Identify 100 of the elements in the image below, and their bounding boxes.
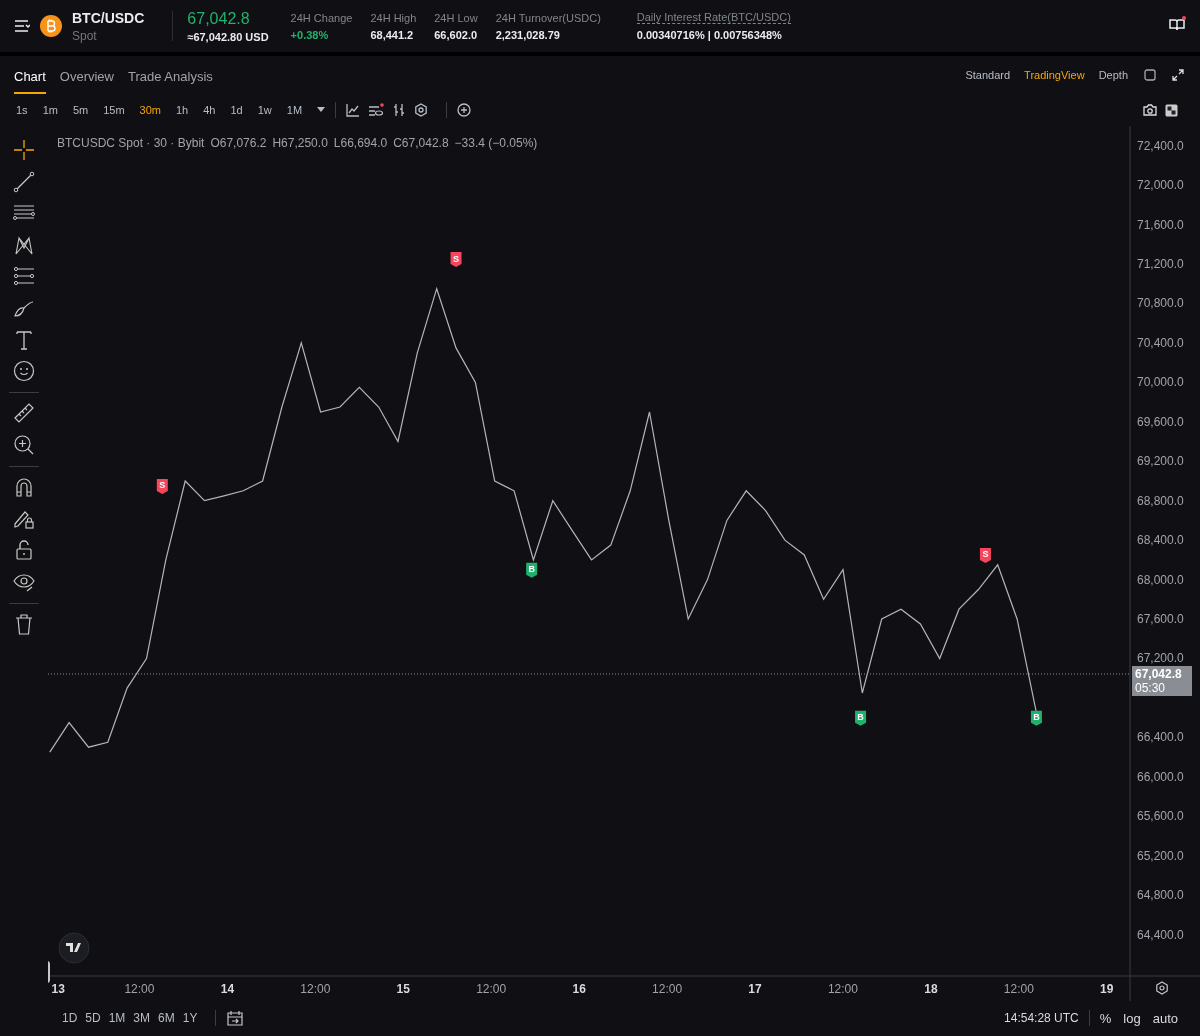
day-tick: 18 bbox=[924, 982, 938, 996]
price-tick: 67,600.0 bbox=[1137, 612, 1184, 627]
axis-settings-icon[interactable] bbox=[1156, 981, 1168, 995]
price-tick: 64,800.0 bbox=[1137, 888, 1184, 903]
interval-button[interactable]: 5m bbox=[72, 104, 89, 116]
price-tick: 72,000.0 bbox=[1137, 178, 1184, 193]
interval-button[interactable]: 1s bbox=[16, 104, 28, 116]
clock: 14:54:28 UTC bbox=[1004, 1011, 1079, 1025]
square-icon[interactable] bbox=[1144, 69, 1156, 81]
trash-icon[interactable] bbox=[13, 613, 35, 636]
trade-marker: S bbox=[979, 547, 991, 563]
symbol-label: BTCUSDC Spot · 30 · Bybit bbox=[57, 136, 205, 150]
interval-button[interactable]: 1w bbox=[257, 104, 272, 116]
layout-icon[interactable] bbox=[1165, 103, 1178, 117]
stat-value: 2,231,028.79 bbox=[495, 28, 561, 41]
price-tick: 69,200.0 bbox=[1137, 454, 1184, 469]
text-tool-icon[interactable] bbox=[13, 328, 35, 351]
usd-price: ≈67,042.80 USD bbox=[187, 30, 269, 43]
fibonacci-icon[interactable] bbox=[13, 265, 35, 288]
chart-mode-tab[interactable]: Depth bbox=[1098, 69, 1128, 81]
zoom-in-icon[interactable] bbox=[13, 433, 35, 456]
bars-icon[interactable] bbox=[392, 103, 407, 117]
price-tick: 65,600.0 bbox=[1137, 809, 1184, 824]
add-icon[interactable] bbox=[457, 103, 472, 117]
time-tick: 12:00 bbox=[476, 982, 507, 996]
scale-option[interactable]: auto bbox=[1152, 1010, 1178, 1026]
indicators-icon[interactable] bbox=[368, 103, 385, 117]
day-tick: 19 bbox=[1100, 982, 1114, 996]
magnet-icon[interactable] bbox=[13, 476, 35, 499]
price-tick: 72,400.0 bbox=[1137, 138, 1184, 153]
stat-label: 24H Change bbox=[290, 11, 353, 24]
interest-rate-value: 0.00340716% | 0.00756348% bbox=[636, 29, 783, 41]
stat-label: 24H High bbox=[370, 11, 417, 24]
ohlc-value: O67,076.2 bbox=[210, 136, 267, 150]
day-tick: 16 bbox=[572, 982, 586, 996]
market-type: Spot bbox=[72, 28, 98, 43]
chart-mode-tab[interactable]: TradingView bbox=[1024, 69, 1085, 81]
smiley-icon[interactable] bbox=[13, 360, 35, 383]
crosshair-icon[interactable] bbox=[13, 139, 35, 161]
price-tick: 66,000.0 bbox=[1137, 769, 1184, 784]
price-tick: 69,600.0 bbox=[1137, 414, 1184, 429]
scale-option[interactable]: % bbox=[1099, 1010, 1112, 1026]
lock-icon[interactable] bbox=[13, 539, 35, 562]
price-tick: 66,400.0 bbox=[1137, 730, 1184, 745]
coin-icon bbox=[40, 15, 62, 37]
camera-icon[interactable] bbox=[1143, 104, 1157, 116]
interval-button[interactable]: 1M bbox=[286, 104, 303, 116]
interval-button[interactable]: 30m bbox=[139, 104, 161, 116]
range-button[interactable]: 3M bbox=[133, 1011, 151, 1025]
range-button[interactable]: 6M bbox=[158, 1011, 175, 1025]
interval-button[interactable]: 1m bbox=[42, 104, 58, 116]
trade-marker: B bbox=[855, 710, 867, 726]
stat-value: +0.38% bbox=[290, 28, 330, 41]
view-tab[interactable]: Chart bbox=[14, 56, 46, 94]
pair-name: BTC/USDC bbox=[72, 9, 145, 26]
menu-icon[interactable] bbox=[14, 19, 30, 33]
tradingview-logo[interactable] bbox=[58, 932, 90, 964]
chart-type-icon[interactable] bbox=[346, 103, 361, 117]
range-button[interactable]: 1D bbox=[62, 1011, 78, 1025]
caret-icon[interactable] bbox=[317, 107, 326, 113]
expand-icon[interactable] bbox=[1172, 69, 1184, 81]
time-tick: 12:00 bbox=[300, 982, 331, 996]
interval-button[interactable]: 15m bbox=[103, 104, 125, 116]
range-button[interactable]: 5D bbox=[85, 1011, 101, 1025]
stat-value: 68,441.2 bbox=[370, 28, 415, 41]
stat-label: 24H Low bbox=[434, 11, 478, 24]
ohlc-value: H67,250.0 bbox=[272, 136, 328, 150]
price-tick: 65,200.0 bbox=[1137, 848, 1184, 863]
day-tick: 17 bbox=[748, 982, 762, 996]
price-tick: 64,400.0 bbox=[1137, 927, 1184, 942]
view-tab[interactable]: Overview bbox=[59, 56, 114, 94]
time-tick: 12:00 bbox=[827, 982, 858, 996]
time-tick: 12:00 bbox=[652, 982, 683, 996]
day-tick: 14 bbox=[220, 982, 235, 996]
day-tick: 13 bbox=[51, 982, 65, 996]
chart-mode-tab[interactable]: Standard bbox=[965, 69, 1011, 81]
interval-button[interactable]: 4h bbox=[203, 104, 216, 116]
range-button[interactable]: 1Y bbox=[182, 1011, 198, 1025]
trade-marker: B bbox=[1030, 710, 1042, 726]
ohlc-value: C67,042.8 bbox=[393, 136, 449, 150]
interval-button[interactable]: 1h bbox=[176, 104, 189, 116]
last-price-label: 67,042.8 bbox=[1135, 667, 1182, 681]
annotation: S bbox=[453, 253, 460, 264]
stat-value: 66,602.0 bbox=[434, 28, 478, 41]
scale-option[interactable]: log bbox=[1123, 1010, 1141, 1026]
view-tab[interactable]: Trade Analysis bbox=[128, 56, 213, 94]
interest-rate-label[interactable]: Daily Interest Rate(BTC/USDC) bbox=[636, 11, 791, 24]
interval-button[interactable]: 1d bbox=[230, 104, 243, 116]
range-button[interactable]: 1M bbox=[108, 1011, 126, 1025]
ruler-icon[interactable] bbox=[13, 402, 35, 425]
book-icon[interactable] bbox=[1168, 16, 1186, 32]
trend-line-icon[interactable] bbox=[13, 170, 35, 193]
price-tick: 70,800.0 bbox=[1137, 296, 1184, 311]
time-tick: 12:00 bbox=[1003, 982, 1034, 996]
price-tick: 71,600.0 bbox=[1137, 217, 1184, 232]
price-tick: 68,000.0 bbox=[1137, 572, 1184, 587]
calendar-icon[interactable] bbox=[226, 1009, 245, 1027]
price-tick: 71,200.0 bbox=[1137, 257, 1184, 272]
stat-label: 24H Turnover(USDC) bbox=[495, 11, 601, 24]
settings-icon[interactable] bbox=[414, 103, 429, 117]
